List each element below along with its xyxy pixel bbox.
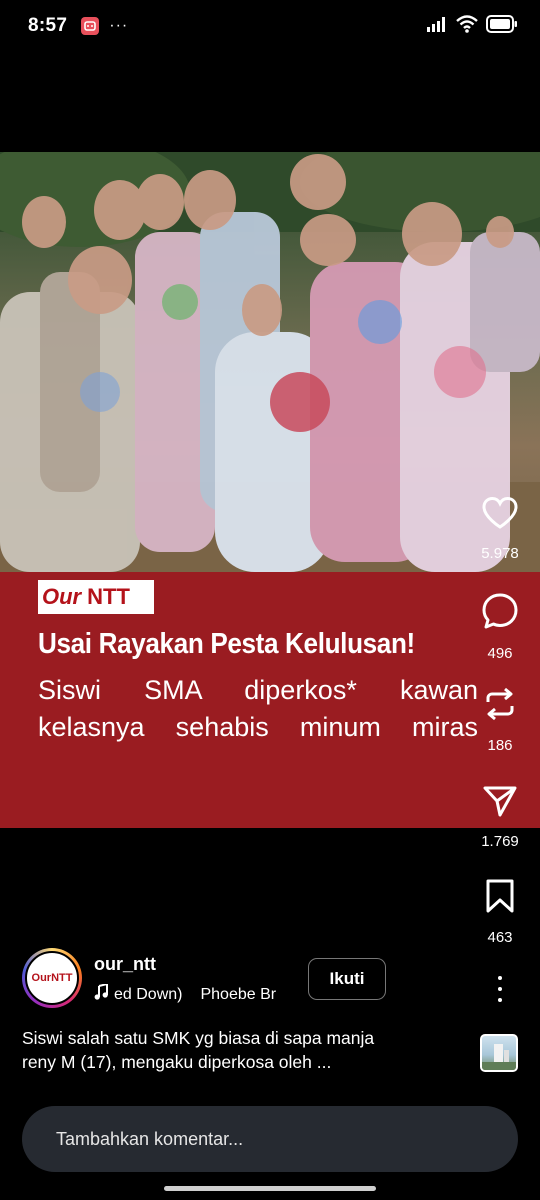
comment-count: 496 (487, 645, 513, 662)
post-photo (0, 152, 540, 572)
username[interactable]: our_ntt (94, 954, 156, 975)
music-title: ed Down) (114, 985, 183, 1003)
wifi-icon (456, 14, 478, 38)
headline-banner: Our NTT Usai Rayakan Pesta Kelulusan! Si… (0, 572, 540, 828)
like-count: 5.978 (481, 545, 519, 562)
app-badge-icon (81, 17, 100, 35)
avatar-logo: OurNTT (25, 951, 79, 1005)
brand-logo-part1: Our (42, 584, 82, 609)
caption-line: reny M (17), mengaku diperkosa oleh ... (22, 1052, 332, 1072)
send-icon (482, 784, 518, 823)
status-bar: 8:57 ··· (0, 0, 540, 52)
author-row: OurNTT our_ntt ed Down) Phoebe Br Ikuti (22, 948, 522, 1012)
home-indicator[interactable] (164, 1186, 376, 1191)
signal-icon (426, 16, 448, 37)
repost-button[interactable]: 186 (460, 686, 540, 754)
like-button[interactable]: 5.978 (460, 496, 540, 562)
save-count: 463 (487, 929, 513, 946)
caption-line: Siswi salah satu SMK yg biasa di sapa ma… (22, 1028, 375, 1048)
headline: Usai Rayakan Pesta Kelulusan! (38, 628, 415, 660)
post-caption[interactable]: Siswi salah satu SMK yg biasa di sapa ma… (22, 1026, 472, 1074)
status-time: 8:57 (28, 15, 68, 36)
comment-input[interactable]: Tambahkan komentar... (22, 1106, 518, 1172)
comment-icon (481, 592, 519, 635)
brand-logo-part2: NTT (87, 584, 130, 609)
avatar[interactable]: OurNTT (22, 948, 82, 1008)
status-more-indicator: ··· (109, 17, 129, 34)
subline-line: kelasnya sehabis minum miras (38, 712, 478, 742)
music-info[interactable]: ed Down) Phoebe Br (94, 982, 277, 1005)
more-vertical-icon[interactable] (490, 976, 510, 1002)
share-count: 1.769 (481, 833, 519, 850)
subline-line: Siswi SMA diperkos* kawan (38, 675, 478, 705)
repost-icon (482, 686, 518, 727)
audio-thumbnail[interactable] (480, 1034, 518, 1072)
music-note-icon (94, 982, 108, 1005)
follow-button[interactable]: Ikuti (308, 958, 386, 1000)
share-button[interactable]: 1.769 (460, 784, 540, 850)
bookmark-icon (485, 878, 515, 919)
subline: Siswi SMA diperkos* kawan kelasnya sehab… (38, 672, 478, 746)
comment-button[interactable]: 496 (460, 592, 540, 662)
save-button[interactable]: 463 (460, 878, 540, 946)
post-media[interactable]: Our NTT Usai Rayakan Pesta Kelulusan! Si… (0, 152, 540, 828)
brand-logo: Our NTT (38, 580, 154, 614)
battery-icon (486, 14, 518, 38)
status-icons (426, 14, 518, 38)
repost-count: 186 (487, 737, 513, 754)
music-artist: Phoebe Br (200, 985, 277, 1003)
heart-icon (481, 496, 519, 535)
